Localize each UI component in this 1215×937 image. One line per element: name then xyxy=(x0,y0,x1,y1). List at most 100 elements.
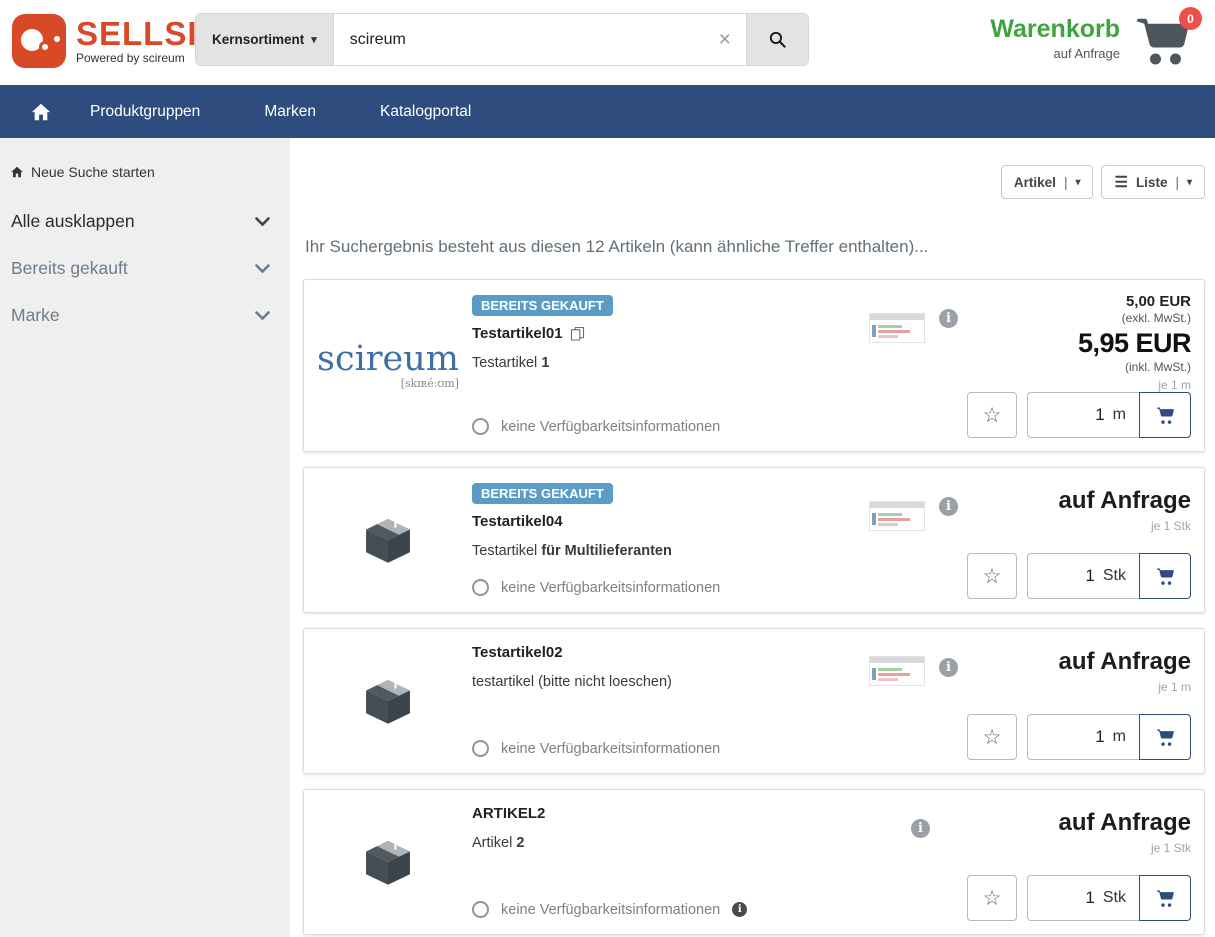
product-title: ARTIKEL2 xyxy=(472,805,869,822)
product-subtitle: Testartikel für Multilieferanten xyxy=(472,543,869,559)
product-image[interactable]: scireum [skɪʀé:ʊm] xyxy=(304,293,472,438)
product-thumbnail[interactable] xyxy=(869,313,925,343)
availability-status: keine Verfügbarkeitsinformationen xyxy=(472,579,869,599)
nav-item-marken[interactable]: Marken xyxy=(264,103,316,121)
cart-title: Warenkorb xyxy=(990,16,1120,44)
product-subtitle: Artikel 2 xyxy=(472,835,869,851)
price-on-request: auf Anfrage xyxy=(1059,809,1191,837)
header: SELLSITE Powered by scireum Kernsortimen… xyxy=(0,0,1215,85)
product-subtitle: testartikel (bitte nicht loeschen) xyxy=(472,674,869,690)
result-card: ARTIKEL2 Artikel 2 keine Verfügbarkeitsi… xyxy=(303,789,1205,935)
add-to-cart-button[interactable] xyxy=(1139,714,1191,760)
home-icon xyxy=(30,101,52,123)
liste-view-button[interactable]: ☰ Liste | ▾ xyxy=(1101,165,1205,199)
price-block: auf Anfrage je 1 m xyxy=(1059,642,1191,694)
price-incl-note: (inkl. MwSt.) xyxy=(1078,360,1191,374)
artikel-view-button[interactable]: Artikel | ▾ xyxy=(1001,165,1094,199)
search-category-select[interactable]: Kernsortiment ▾ xyxy=(196,14,334,65)
search-button[interactable] xyxy=(746,14,808,65)
quantity-input[interactable] xyxy=(1069,888,1095,908)
product-subtitle: Testartikel 1 xyxy=(472,355,869,371)
results-area: Artikel | ▾ ☰ Liste | ▾ Ihr Suchergebnis… xyxy=(290,138,1215,937)
subtitle-text: Testartikel xyxy=(472,355,537,371)
star-icon: ☆ xyxy=(983,886,1002,911)
availability-radio-icon xyxy=(472,740,489,757)
availability-label: keine Verfügbarkeitsinformationen xyxy=(501,419,720,435)
subtitle-text: Testartikel xyxy=(472,543,537,559)
chevron-down-icon xyxy=(255,217,270,227)
favorite-button[interactable]: ☆ xyxy=(967,553,1017,599)
info-icon[interactable]: i xyxy=(939,658,958,677)
favorite-button[interactable]: ☆ xyxy=(967,875,1017,921)
unit-label: m xyxy=(1113,728,1126,746)
product-title-text: Testartikel02 xyxy=(472,644,563,661)
info-icon[interactable]: i xyxy=(939,309,958,328)
cart-icon xyxy=(1154,887,1177,910)
quantity-input[interactable] xyxy=(1069,566,1095,586)
add-to-cart-button[interactable] xyxy=(1139,553,1191,599)
info-icon[interactable]: i xyxy=(732,902,747,917)
product-thumbnail[interactable] xyxy=(869,656,925,686)
product-image[interactable] xyxy=(304,642,472,760)
availability-radio-icon xyxy=(472,418,489,435)
new-search-label: Neue Suche starten xyxy=(31,164,155,180)
favorite-button[interactable]: ☆ xyxy=(967,714,1017,760)
button-divider: | xyxy=(1175,175,1179,190)
nav-home[interactable] xyxy=(30,101,52,123)
subtitle-bold: für Multilieferanten xyxy=(541,543,672,559)
unit-label: Stk xyxy=(1103,567,1126,585)
view-toolbar: Artikel | ▾ ☰ Liste | ▾ xyxy=(303,165,1205,199)
product-title-text: ARTIKEL2 xyxy=(472,805,545,822)
search-icon xyxy=(768,30,787,49)
result-card: BEREITS GEKAUFT Testartikel04 Testartike… xyxy=(303,467,1205,613)
scireum-logo-text: scireum xyxy=(317,342,459,377)
availability-status: keine Verfügbarkeitsinformationen xyxy=(472,740,869,760)
quantity-input[interactable] xyxy=(1079,727,1105,747)
info-icon[interactable]: i xyxy=(939,497,958,516)
cart-subtitle: auf Anfrage xyxy=(990,46,1120,61)
result-card: scireum [skɪʀé:ʊm] BEREITS GEKAUFT Testa… xyxy=(303,279,1205,452)
price-block: auf Anfrage je 1 Stk xyxy=(1059,481,1191,533)
cart-icon xyxy=(1154,726,1177,749)
nav-item-produktgruppen[interactable]: Produktgruppen xyxy=(90,103,200,121)
results-summary: Ihr Suchergebnis besteht aus diesen 12 A… xyxy=(305,237,1205,257)
star-icon: ☆ xyxy=(983,725,1002,750)
star-icon: ☆ xyxy=(983,564,1002,589)
product-thumbnail[interactable] xyxy=(869,501,925,531)
brand-mark-icon xyxy=(12,14,66,68)
subtitle-text: testartikel (bitte nicht loeschen) xyxy=(472,674,672,690)
product-image[interactable] xyxy=(304,803,472,921)
product-image[interactable] xyxy=(304,481,472,599)
per-unit-label: je 1 Stk xyxy=(1059,519,1191,533)
sidebar-item-alle-ausklappen[interactable]: Alle ausklappen xyxy=(0,211,290,232)
favorite-button[interactable]: ☆ xyxy=(967,392,1017,438)
add-to-cart-button[interactable] xyxy=(1139,392,1191,438)
add-to-cart-button[interactable] xyxy=(1139,875,1191,921)
availability-label: keine Verfügbarkeitsinformationen xyxy=(501,580,720,596)
cart-icon xyxy=(1154,404,1177,427)
search-input[interactable] xyxy=(334,14,704,65)
cart-button[interactable]: Warenkorb auf Anfrage 0 xyxy=(990,10,1195,72)
per-unit-label: je 1 Stk xyxy=(1059,841,1191,855)
copy-icon[interactable] xyxy=(570,326,585,341)
price-excl: 5,00 EUR xyxy=(1078,293,1191,310)
clear-search-button[interactable]: × xyxy=(704,14,746,65)
availability-status: keine Verfügbarkeitsinformationen xyxy=(472,418,869,438)
quantity-input[interactable] xyxy=(1079,405,1105,425)
unit-label: m xyxy=(1113,406,1126,424)
sidebar-item-bereits-gekauft[interactable]: Bereits gekauft xyxy=(0,258,290,279)
box-icon xyxy=(362,675,414,727)
box-icon xyxy=(362,836,414,888)
box-icon xyxy=(362,514,414,566)
quantity-box: Stk xyxy=(1027,553,1139,599)
product-title: Testartikel01 xyxy=(472,325,869,342)
new-search-link[interactable]: Neue Suche starten xyxy=(10,164,278,180)
availability-radio-icon xyxy=(472,579,489,596)
scireum-logo: scireum [skɪʀé:ʊm] xyxy=(317,342,459,390)
nav-item-katalogportal[interactable]: Katalogportal xyxy=(380,103,471,121)
sidebar-item-marke[interactable]: Marke xyxy=(0,305,290,326)
sidebar-item-label: Marke xyxy=(11,305,60,326)
main-nav: Produktgruppen Marken Katalogportal xyxy=(0,85,1215,138)
info-icon[interactable]: i xyxy=(911,819,930,838)
quantity-box: m xyxy=(1027,714,1139,760)
